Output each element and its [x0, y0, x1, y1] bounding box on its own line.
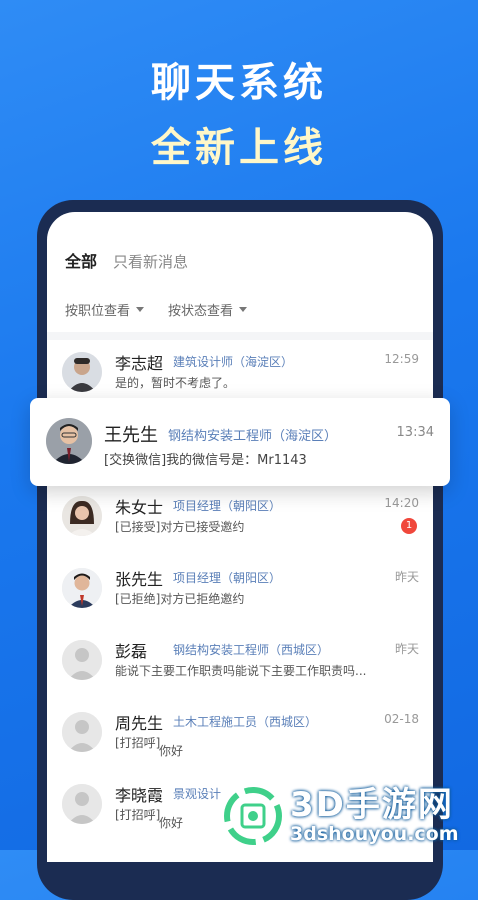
message-preview: 你好: [159, 744, 184, 758]
message-preview: 是的，暂时不考虑了。: [115, 376, 236, 390]
contact-job: 景观设计: [173, 787, 222, 801]
message-time: 昨天: [394, 642, 419, 656]
unread-badge: 1: [401, 518, 417, 534]
contact-job: 建筑设计师（海淀区）: [173, 355, 294, 369]
filter-by-position-label: 按职位查看: [65, 304, 131, 319]
contact-name: 王先生: [104, 425, 158, 446]
message-time: 12:59: [384, 352, 419, 366]
watermark-title: 3D手游网: [290, 785, 454, 825]
message-time: 13:34: [396, 425, 434, 440]
tab-all[interactable]: 全部: [65, 248, 97, 272]
filter-by-status[interactable]: 按状态查看: [168, 300, 248, 319]
contact-job: 土木工程施工员（西城区）: [173, 715, 318, 729]
contact-name: 李晓霞: [115, 786, 164, 805]
chat-list-screen: 全部 只看新消息 按职位查看 按状态查看 李志超 建筑设计师（海淀区） 12:5…: [47, 212, 433, 862]
caret-down-icon: [239, 307, 248, 312]
contact-job: 钢结构安装工程师（西城区）: [173, 643, 330, 657]
watermark: 3D手游网 3dshouyou.com: [224, 782, 478, 850]
watermark-logo-icon: [224, 787, 282, 845]
contact-job: 项目经理（朝阳区）: [173, 499, 282, 513]
avatar: [62, 640, 102, 680]
watermark-url: 3dshouyou.com: [290, 823, 459, 845]
message-tag: [打招呼]: [115, 808, 161, 822]
message-preview: 你好: [159, 816, 184, 830]
filter-bar: 按职位查看 按状态查看: [65, 300, 248, 319]
contact-name: 彭磊: [115, 642, 148, 661]
conversation-row[interactable]: 周先生 土木工程施工员（西城区） 02-18 [打招呼] 你好: [47, 700, 433, 772]
contact-name: 张先生: [115, 570, 164, 589]
conversation-row[interactable]: 朱女士 项目经理（朝阳区） 14:20 [已接受]对方已接受邀约 1: [47, 484, 433, 556]
message-preview: [已拒绝]对方已拒绝邀约: [115, 592, 245, 606]
hero-subtitle: 全新上线: [151, 125, 327, 171]
caret-down-icon: [136, 307, 145, 312]
message-time: 14:20: [384, 496, 419, 510]
contact-job: 项目经理（朝阳区）: [173, 571, 282, 585]
contact-job: 钢结构安装工程师（海淀区）: [168, 429, 338, 444]
avatar: [62, 784, 102, 824]
avatar: [62, 568, 102, 608]
avatar: [46, 418, 92, 464]
highlighted-conversation-card[interactable]: 王先生 钢结构安装工程师（海淀区） 13:34 [交换微信]我的微信号是：Mr1…: [30, 398, 450, 486]
message-preview: [已接受]对方已接受邀约: [115, 520, 245, 534]
contact-name: 朱女士: [115, 498, 164, 517]
tab-new-only[interactable]: 只看新消息: [113, 251, 188, 272]
contact-name: 周先生: [115, 714, 164, 733]
hero-title: 聊天系统: [151, 60, 327, 106]
conversation-row[interactable]: 彭磊 钢结构安装工程师（西城区） 昨天 能说下主要工作职责吗能说下主要工作职责吗…: [47, 628, 433, 700]
avatar: [62, 712, 102, 752]
tab-bar: 全部 只看新消息: [65, 248, 188, 272]
conversation-row[interactable]: 张先生 项目经理（朝阳区） 昨天 [已拒绝]对方已拒绝邀约: [47, 556, 433, 628]
message-time: 昨天: [394, 570, 419, 584]
message-preview: [交换微信]我的微信号是：Mr1143: [104, 453, 307, 468]
section-divider: [47, 332, 433, 340]
avatar: [62, 496, 102, 536]
avatar: [62, 352, 102, 392]
message-tag: [打招呼]: [115, 736, 161, 750]
contact-name: 李志超: [115, 354, 164, 373]
watermark-text: 3D手游网 3dshouyou.com: [290, 787, 459, 845]
message-preview: 能说下主要工作职责吗能说下主要工作职责吗...: [115, 664, 367, 678]
filter-by-position[interactable]: 按职位查看: [65, 300, 145, 319]
message-time: 02-18: [384, 712, 419, 726]
filter-by-status-label: 按状态查看: [168, 304, 234, 319]
